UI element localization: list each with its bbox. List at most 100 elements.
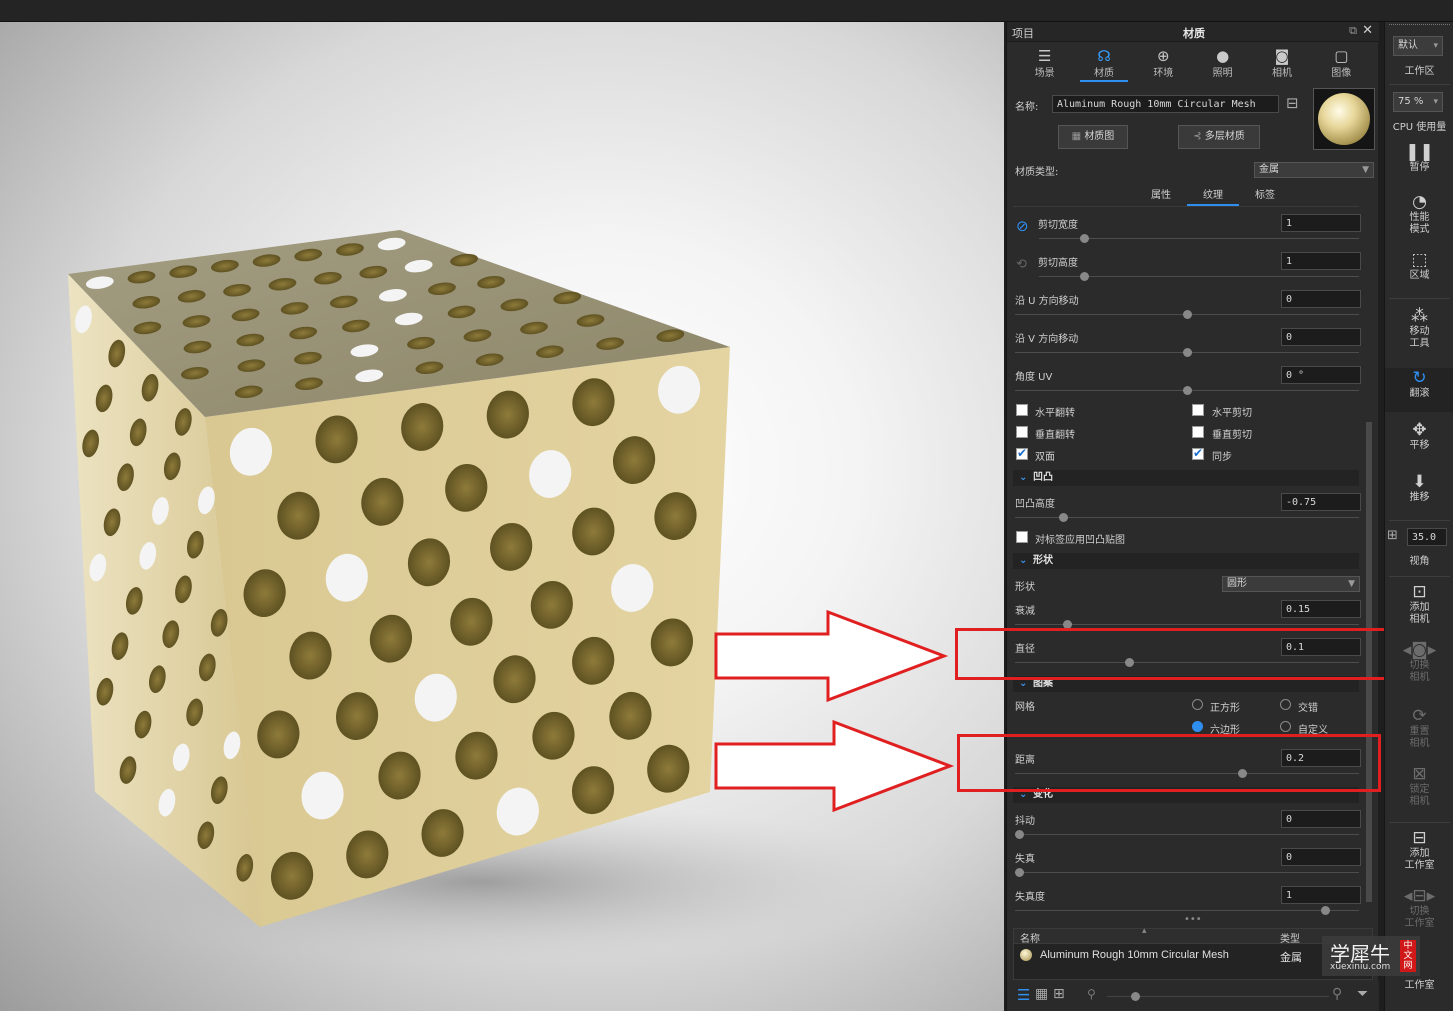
slider-knob[interactable] [1183, 348, 1192, 357]
list-header-name[interactable]: 名称 [1020, 930, 1040, 945]
grid-stagger-radio[interactable] [1280, 699, 1291, 710]
lock-camera-button[interactable]: ⊠ 锁定 相机 [1385, 764, 1453, 808]
material-graph-button[interactable]: ▦ 材质图 [1058, 125, 1128, 149]
jitter-field[interactable]: 0 [1281, 810, 1361, 828]
save-material-icon[interactable]: ⊟ [1286, 94, 1299, 112]
jitter-slider[interactable] [1015, 830, 1359, 839]
slider-knob[interactable] [1320, 906, 1330, 915]
list-view-icon[interactable]: ☰ [1017, 986, 1030, 1004]
grid-hex-radio[interactable] [1192, 721, 1203, 732]
divider [1389, 576, 1450, 577]
hcut-checkbox[interactable] [1192, 404, 1204, 416]
tab-environment[interactable]: ⊕ 环境 [1134, 44, 1193, 82]
move-tool-button[interactable]: ⁂ 移动 工具 [1385, 306, 1453, 350]
distort-slider[interactable] [1015, 868, 1359, 877]
subtab-texture[interactable]: 纹理 [1187, 186, 1239, 206]
thumbnail-size-slider[interactable] [1107, 992, 1329, 1001]
undock-icon[interactable]: ⧉ [1349, 24, 1357, 38]
slider-knob[interactable] [1015, 830, 1024, 839]
dolly-button[interactable]: ⬇ 推移 [1385, 472, 1453, 504]
cpu-usage-select[interactable]: 75 % ▾ [1393, 92, 1443, 112]
angle-uv-field[interactable]: 0 ° [1281, 366, 1361, 384]
distort-scale-slider[interactable] [1015, 906, 1359, 915]
list-item[interactable]: Aluminum Rough 10mm Circular Mesh 金属 [1014, 947, 1372, 965]
cut-width-field[interactable]: 1 [1281, 214, 1361, 232]
slider-knob[interactable] [1183, 310, 1192, 319]
grid-square-radio[interactable] [1192, 699, 1203, 710]
zoom-in-icon[interactable]: ⚲ [1332, 986, 1342, 1002]
performance-mode-button[interactable]: ◔ 性能 模式 [1385, 192, 1453, 236]
tab-scene[interactable]: ☰ 场景 [1015, 44, 1074, 82]
grid-custom-radio[interactable] [1280, 721, 1291, 732]
vflip-checkbox[interactable] [1016, 426, 1028, 438]
subtab-properties[interactable]: 属性 [1135, 186, 1187, 204]
workspace-select[interactable]: 默认 ▾ [1393, 36, 1443, 56]
shape-select[interactable]: 圆形 ▼ [1222, 576, 1360, 592]
divider [1389, 298, 1450, 299]
cut-width-slider[interactable] [1039, 234, 1359, 243]
tab-environment-label: 环境 [1153, 68, 1174, 79]
close-icon[interactable]: ✕ [1362, 23, 1373, 38]
add-studio-button[interactable]: ⊟ 添加 工作室 [1385, 828, 1453, 872]
switch-camera-button[interactable]: ◂◙▸ 切换 相机 [1385, 640, 1453, 684]
angle-uv-slider[interactable] [1015, 386, 1359, 395]
tree-view-icon[interactable]: ⊞ [1053, 986, 1065, 1002]
panel-scrollbar[interactable] [1365, 212, 1373, 912]
tumble-label: 翻滚 [1409, 388, 1430, 399]
vcut-checkbox[interactable] [1192, 426, 1204, 438]
tumble-button[interactable]: ↻ 翻滚 [1385, 368, 1453, 412]
pan-icon: ✥ [1412, 420, 1427, 440]
material-name-field[interactable]: Aluminum Rough 10mm Circular Mesh [1052, 95, 1279, 113]
pan-button[interactable]: ✥ 平移 [1385, 420, 1453, 452]
double-sided-checkbox[interactable] [1016, 446, 1028, 460]
field-of-view-field[interactable]: 35.0 [1407, 528, 1447, 546]
drag-handle-icon[interactable]: ••• [1184, 914, 1202, 925]
pause-button[interactable]: ❚❚ 暂停 [1385, 142, 1453, 174]
performance-mode-label: 性能 模式 [1409, 212, 1430, 235]
cut-height-field[interactable]: 1 [1281, 252, 1361, 270]
reset-camera-button[interactable]: ⟳ 重置 相机 [1385, 706, 1453, 750]
slider-knob[interactable] [1059, 513, 1069, 522]
v-shift-field[interactable]: 0 [1281, 328, 1361, 346]
v-shift-slider[interactable] [1015, 348, 1359, 357]
tab-material[interactable]: ☊ 材质 [1074, 44, 1133, 82]
sync-checkbox[interactable] [1192, 446, 1204, 460]
section-shape[interactable]: ⌄ 形状 [1013, 553, 1359, 569]
section-bump[interactable]: ⌄ 凹凸 [1013, 470, 1359, 486]
tab-image[interactable]: ▢ 图像 [1312, 44, 1371, 82]
falloff-field[interactable]: 0.15 [1281, 600, 1361, 618]
slider-knob[interactable] [1079, 234, 1089, 243]
slider-knob[interactable] [1015, 868, 1024, 877]
distort-scale-field[interactable]: 1 [1281, 886, 1361, 904]
hflip-checkbox[interactable] [1016, 404, 1028, 416]
cut-height-slider[interactable] [1039, 272, 1359, 281]
slider-knob[interactable] [1131, 992, 1140, 1001]
highlight-box-diameter [955, 628, 1387, 680]
render-viewport[interactable] [0, 22, 1004, 1011]
slider-knob[interactable] [1079, 272, 1089, 281]
link-icon[interactable]: ⊘ [1016, 217, 1029, 235]
subtab-labels[interactable]: 标签 [1239, 186, 1291, 204]
hcut-label: 水平剪切 [1212, 408, 1252, 419]
distort-field[interactable]: 0 [1281, 848, 1361, 866]
tab-lighting[interactable]: ● 照明 [1193, 44, 1252, 82]
material-type-select[interactable]: 金属 ▼ [1254, 162, 1374, 178]
falloff-slider[interactable] [1015, 620, 1359, 629]
bump-height-field[interactable]: -0.75 [1281, 493, 1361, 511]
bump-height-slider[interactable] [1015, 513, 1359, 522]
reset-icon[interactable]: ⟲ [1016, 257, 1027, 272]
slider-knob[interactable] [1183, 386, 1192, 395]
tab-camera[interactable]: ◙ 相机 [1252, 44, 1311, 82]
u-shift-field[interactable]: 0 [1281, 290, 1361, 308]
bump-on-labels-checkbox[interactable] [1016, 531, 1028, 543]
add-camera-button[interactable]: ⊡ 添加 相机 [1385, 582, 1453, 626]
list-header-type[interactable]: 类型 [1280, 930, 1300, 945]
filter-icon[interactable]: ⏷ [1357, 986, 1368, 1002]
grid-view-icon[interactable]: ▦ [1035, 986, 1048, 1002]
u-shift-slider[interactable] [1015, 310, 1359, 319]
multilayer-button[interactable]: ⊰ 多层材质 [1178, 125, 1260, 149]
zoom-out-icon[interactable]: ⚲ [1087, 987, 1096, 1001]
switch-studio-button[interactable]: ◂⊟▸ 切换 工作室 [1385, 886, 1453, 930]
material-preview[interactable] [1313, 88, 1375, 150]
region-button[interactable]: ⬚ 区域 [1385, 250, 1453, 282]
